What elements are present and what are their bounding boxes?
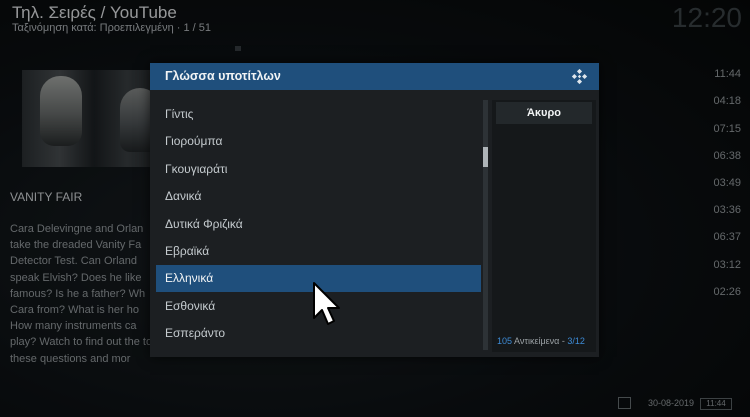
language-item[interactable]: Δανικά [156,183,481,210]
items-count-number: 105 [497,336,513,346]
language-item[interactable]: Γκουγιαράτι [156,156,481,183]
language-item[interactable]: Γίντις [156,101,481,128]
language-item[interactable]: Δυτικά Φριζικά [156,211,481,238]
dialog-side-panel: Άκυρο 105 Αντικείμενα - 3/12 [492,100,596,352]
dialog-header: Γλώσσα υποτίτλων [150,63,599,90]
page-indicator: 3/12 [567,336,585,346]
subtitle-language-dialog: Γλώσσα υποτίτλων Γίντις Γιορούμπα Γκουγιαρ… [150,63,599,357]
dialog-title: Γλώσσα υποτίτλων [165,69,281,83]
list-scrollbar[interactable] [483,100,488,350]
mouse-cursor-icon [313,282,340,325]
items-count: 105 Αντικείμενα - 3/12 [497,336,585,346]
cancel-button[interactable]: Άκυρο [496,102,592,124]
language-item[interactable]: Γιορούμπα [156,128,481,155]
scrollbar-thumb[interactable] [483,147,488,167]
kodi-logo-icon [571,68,588,85]
items-count-label: Αντικείμενα [514,336,560,346]
language-item[interactable]: Εβραϊκά [156,238,481,265]
